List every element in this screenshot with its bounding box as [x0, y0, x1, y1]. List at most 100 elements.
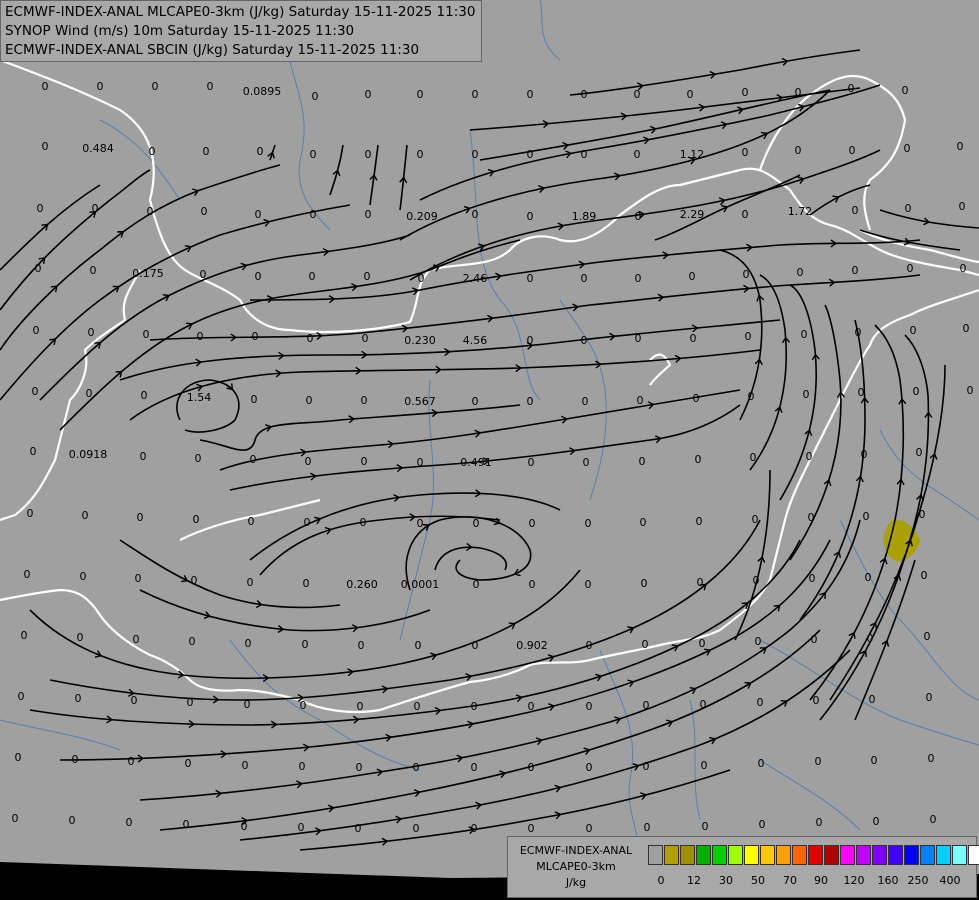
sbcin-value: 0 [35, 262, 42, 275]
color-legend: ECMWF-INDEX-ANAL MLCAPE0-3km J/kg 0 12 30 5… [507, 836, 979, 898]
sbcin-value: 0 [742, 208, 749, 221]
sbcin-value: 0 [528, 761, 535, 774]
sbcin-value: 0 [635, 210, 642, 223]
map-background [0, 0, 979, 900]
sbcin-value: 0 [808, 511, 815, 524]
sbcin-value: 0 [852, 204, 859, 217]
sbcin-value: 0 [472, 395, 479, 408]
sbcin-value: 1.89 [572, 210, 597, 223]
sbcin-value: 0 [640, 516, 647, 529]
sbcin-value: 0 [248, 515, 255, 528]
sbcin-value: 0 [928, 752, 935, 765]
sbcin-value: 0 [472, 208, 479, 221]
sbcin-value: 0 [871, 754, 878, 767]
legend-swatches [648, 845, 979, 865]
sbcin-value: 0 [302, 638, 309, 651]
sbcin-value: 0 [33, 324, 40, 337]
legend-tick-label: 50 [751, 874, 765, 887]
sbcin-value: 0 [916, 446, 923, 459]
legend-tick-label: 120 [843, 874, 865, 887]
sbcin-value: 2.46 [463, 272, 488, 285]
sbcin-value: 0 [195, 452, 202, 465]
sbcin-value: 0 [252, 330, 259, 343]
sbcin-value: 0 [141, 389, 148, 402]
legend-title: ECMWF-INDEX-ANAL MLCAPE0-3km J/kg [512, 843, 640, 891]
sbcin-value: 0 [527, 88, 534, 101]
legend-tick-label: 160 [877, 874, 899, 887]
sbcin-value: 0 [75, 692, 82, 705]
sbcin-value: 0 [690, 332, 697, 345]
sbcin-value: 0 [701, 759, 708, 772]
sbcin-value: 0 [759, 818, 766, 831]
sbcin-value: 1.72 [788, 205, 813, 218]
sbcin-value: 0 [21, 629, 28, 642]
sbcin-value: 0 [149, 145, 156, 158]
sbcin-value: 0 [919, 508, 926, 521]
header-line-cin: ECMWF-INDEX-ANAL SBCIN (J/kg) Saturday 1… [5, 42, 420, 58]
sbcin-value: 0 [743, 268, 750, 281]
sbcin-value: 0 [207, 80, 214, 93]
sbcin-value: 0 [858, 386, 865, 399]
legend-tick-label: 12 [687, 874, 701, 887]
header-line-cape: ECMWF-INDEX-ANAL MLCAPE0-3km (J/kg) Satu… [5, 4, 476, 20]
sbcin-value: 0 [15, 751, 22, 764]
sbcin-value: 0 [527, 272, 534, 285]
sbcin-value: 0 [643, 699, 650, 712]
sbcin-value: 0 [361, 455, 368, 468]
legend-swatch [712, 845, 727, 865]
header-line-wind: SYNOP Wind (m/s) 10m Saturday 15-11-2025… [5, 23, 355, 39]
sbcin-value: 0 [12, 812, 19, 825]
sbcin-value: 0.567 [404, 395, 436, 408]
sbcin-value: 0 [913, 385, 920, 398]
sbcin-value: 0 [152, 80, 159, 93]
sbcin-value: 0 [306, 394, 313, 407]
sbcin-value: 0 [417, 148, 424, 161]
sbcin-value: 0 [298, 821, 305, 834]
sbcin-value: 0 [639, 455, 646, 468]
sbcin-value: 0 [797, 266, 804, 279]
sbcin-value: 0.209 [406, 210, 438, 223]
sbcin-value: 0 [472, 148, 479, 161]
sbcin-value: 0 [795, 86, 802, 99]
sbcin-value: 0 [418, 272, 425, 285]
legend-tick-label: 400 [939, 874, 961, 887]
sbcin-value: 0 [855, 326, 862, 339]
sbcin-value: 0 [255, 270, 262, 283]
sbcin-value: 0 [185, 757, 192, 770]
sbcin-value: 0 [581, 272, 588, 285]
sbcin-value: 0 [757, 696, 764, 709]
legend-tick-label: 0 [657, 874, 665, 887]
sbcin-value: 0 [873, 815, 880, 828]
sbcin-value: 0 [852, 264, 859, 277]
sbcin-value: 0 [815, 755, 822, 768]
sbcin-value: 0 [643, 760, 650, 773]
sbcin-value: 0 [415, 639, 422, 652]
sbcin-value: 0.0001 [401, 578, 440, 591]
sbcin-value: 0 [80, 570, 87, 583]
sbcin-value: 0 [689, 270, 696, 283]
sbcin-value: 0 [247, 576, 254, 589]
legend-swatch [888, 845, 903, 865]
sbcin-value: 0 [582, 395, 589, 408]
sbcin-value: 0 [37, 202, 44, 215]
sbcin-value: 0 [191, 574, 198, 587]
legend-swatch [824, 845, 839, 865]
legend-swatch [808, 845, 823, 865]
sbcin-value: 0 [867, 632, 874, 645]
legend-swatch [664, 845, 679, 865]
sbcin-value: 0 [581, 148, 588, 161]
sbcin-value: 0 [473, 578, 480, 591]
legend-swatch [760, 845, 775, 865]
sbcin-value: 0 [417, 456, 424, 469]
sbcin-value: 0 [700, 698, 707, 711]
sbcin-value: 0 [356, 761, 363, 774]
sbcin-value: 0 [312, 90, 319, 103]
sbcin-value: 0.0918 [69, 448, 108, 461]
sbcin-value: 0 [697, 576, 704, 589]
sbcin-value: 0.260 [346, 578, 378, 591]
sbcin-value: 0 [203, 145, 210, 158]
sbcin-value: 0 [360, 516, 367, 529]
sbcin-value: 0 [307, 332, 314, 345]
sbcin-value: 0.491 [460, 456, 492, 469]
sbcin-value: 0 [742, 146, 749, 159]
